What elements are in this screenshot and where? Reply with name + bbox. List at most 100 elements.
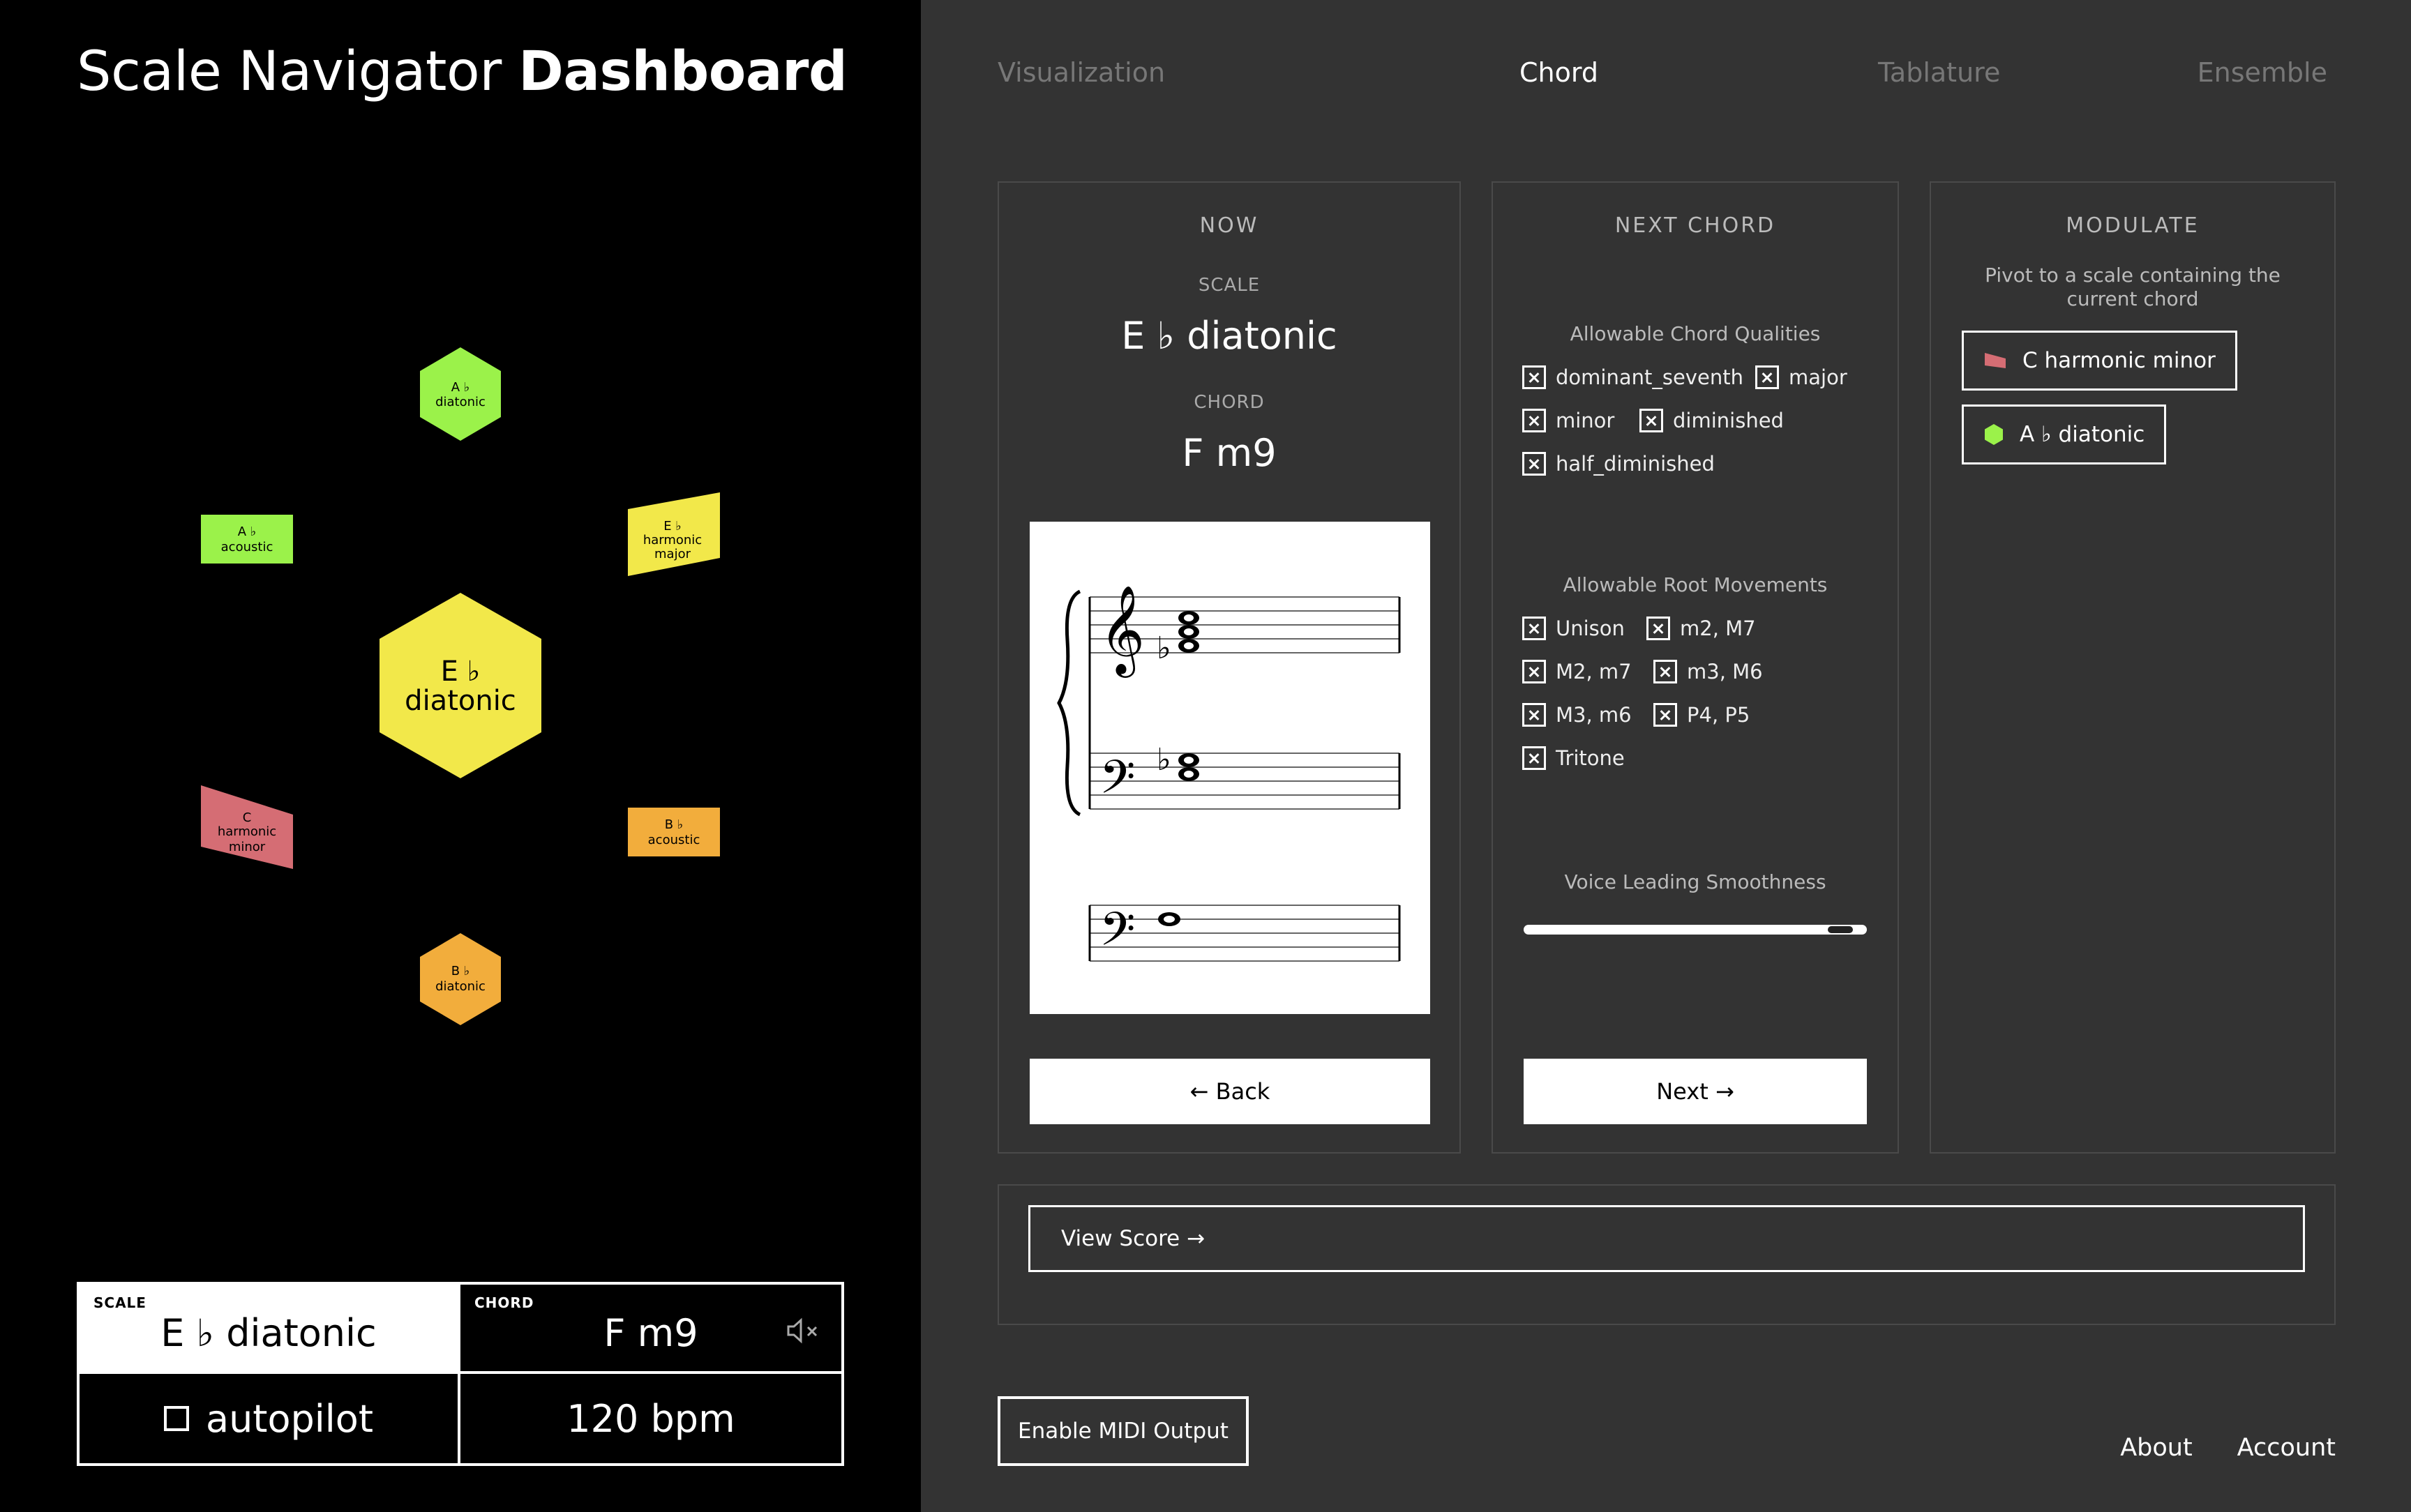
svg-text:♭: ♭ bbox=[1157, 742, 1171, 778]
node-line: harmonic bbox=[218, 824, 276, 839]
node-eb-diatonic[interactable]: E ♭ diatonic bbox=[380, 593, 541, 778]
status-scale-label: SCALE bbox=[93, 1294, 147, 1311]
tab-visualization[interactable]: Visualization bbox=[998, 57, 1165, 88]
movement-tritone-checkbox[interactable]: Tritone bbox=[1522, 746, 1625, 770]
node-line: harmonic bbox=[643, 533, 702, 547]
tab-tablature[interactable]: Tablature bbox=[1878, 57, 2000, 88]
tempo-value: 120 bpm bbox=[566, 1396, 735, 1441]
checkbox-label: m2, M7 bbox=[1680, 617, 1756, 640]
node-line: diatonic bbox=[435, 395, 486, 409]
status-scale-cell: SCALE E ♭ diatonic bbox=[80, 1285, 460, 1374]
autopilot-label: autopilot bbox=[205, 1396, 374, 1441]
checkbox-label: Tritone bbox=[1556, 746, 1625, 770]
checkbox-label: major bbox=[1789, 365, 1847, 389]
quality-diminished-checkbox[interactable]: diminished bbox=[1639, 409, 1784, 432]
view-score-button[interactable]: View Score → bbox=[1028, 1205, 2305, 1272]
modulate-header: MODULATE bbox=[2066, 213, 2200, 238]
checkbox-checked-icon bbox=[1522, 617, 1546, 640]
trapezoid-icon bbox=[1985, 353, 2006, 368]
checkbox-checked-icon bbox=[1639, 409, 1663, 432]
score-preview: 𝄞 𝄢 𝄢 ♭ ♭ bbox=[1030, 522, 1430, 1014]
checkbox-checked-icon bbox=[1646, 617, 1670, 640]
now-scale-label: SCALE bbox=[1198, 275, 1261, 296]
now-header: NOW bbox=[1199, 213, 1259, 238]
svg-text:♭: ♭ bbox=[1157, 630, 1171, 666]
modulate-description: Pivot to a scale containing the current … bbox=[1985, 264, 2281, 310]
movement-M2-m7-checkbox[interactable]: M2, m7 bbox=[1522, 660, 1632, 683]
quality-half-diminished-checkbox[interactable]: half_diminished bbox=[1522, 452, 1715, 476]
node-eb-harmonic-major[interactable]: E ♭ harmonic major bbox=[628, 492, 720, 576]
modulate-option-label: A ♭ diatonic bbox=[2020, 422, 2145, 447]
node-bb-acoustic[interactable]: B ♭ acoustic bbox=[628, 808, 720, 856]
autopilot-checkbox-icon bbox=[163, 1405, 189, 1431]
status-chord-cell: CHORD F m9 bbox=[460, 1285, 841, 1374]
movement-m2-m7-checkbox[interactable]: m2, M7 bbox=[1646, 617, 1756, 640]
node-line: A ♭ bbox=[451, 380, 470, 395]
smoothness-slider[interactable] bbox=[1524, 925, 1867, 935]
node-line: major bbox=[654, 547, 691, 561]
tab-chord[interactable]: Chord bbox=[1519, 57, 1598, 88]
checkbox-checked-icon bbox=[1522, 452, 1546, 476]
chord-qualities-label: Allowable Chord Qualities bbox=[1570, 322, 1821, 345]
tab-bar: Visualization Chord Tablature Ensemble bbox=[998, 57, 2327, 96]
modulate-c-harmonic-minor-button[interactable]: C harmonic minor bbox=[1962, 331, 2237, 391]
checkbox-label: dominant_seventh bbox=[1556, 365, 1743, 389]
next-button[interactable]: Next → bbox=[1524, 1059, 1867, 1124]
footer-links: About Account bbox=[2120, 1434, 2336, 1462]
movement-P4-P5-checkbox[interactable]: P4, P5 bbox=[1653, 703, 1750, 727]
checkbox-label: M2, m7 bbox=[1556, 660, 1632, 683]
view-score-section: View Score → bbox=[998, 1184, 2336, 1325]
back-button[interactable]: ← Back bbox=[1030, 1059, 1430, 1124]
checkbox-checked-icon bbox=[1755, 365, 1779, 389]
checkbox-checked-icon bbox=[1522, 746, 1546, 770]
node-line: B ♭ bbox=[665, 817, 684, 832]
now-card: NOW SCALE E ♭ diatonic CHORD F m9 𝄞 𝄢 𝄢 … bbox=[998, 181, 1461, 1154]
tab-ensemble[interactable]: Ensemble bbox=[2198, 57, 2327, 88]
checkbox-checked-icon bbox=[1653, 703, 1677, 727]
checkbox-label: diminished bbox=[1673, 409, 1784, 432]
now-scale-value: E ♭ diatonic bbox=[1121, 314, 1337, 358]
center-node-line2: diatonic bbox=[405, 685, 516, 717]
movement-M3-m6-checkbox[interactable]: M3, m6 bbox=[1522, 703, 1632, 727]
movement-m3-M6-checkbox[interactable]: m3, M6 bbox=[1653, 660, 1763, 683]
checkbox-label: half_diminished bbox=[1556, 452, 1715, 476]
status-chord-label: CHORD bbox=[474, 1294, 534, 1311]
node-ab-diatonic[interactable]: A ♭ diatonic bbox=[420, 347, 501, 441]
checkbox-checked-icon bbox=[1522, 365, 1546, 389]
node-line: B ♭ bbox=[451, 964, 470, 978]
svg-text:𝄢: 𝄢 bbox=[1099, 902, 1135, 967]
mute-icon[interactable] bbox=[786, 1317, 822, 1345]
node-line: acoustic bbox=[648, 833, 700, 847]
about-link[interactable]: About bbox=[2120, 1434, 2192, 1462]
node-line: diatonic bbox=[435, 979, 486, 994]
movement-unison-checkbox[interactable]: Unison bbox=[1522, 617, 1625, 640]
control-panel: Visualization Chord Tablature Ensemble N… bbox=[921, 0, 2411, 1512]
checkbox-label: Unison bbox=[1556, 617, 1625, 640]
node-ab-acoustic[interactable]: A ♭ acoustic bbox=[201, 515, 293, 564]
modulate-ab-diatonic-button[interactable]: A ♭ diatonic bbox=[1962, 405, 2167, 464]
quality-minor-checkbox[interactable]: minor bbox=[1522, 409, 1614, 432]
status-grid: SCALE E ♭ diatonic CHORD F m9 autopilot … bbox=[77, 1282, 844, 1466]
now-chord-label: CHORD bbox=[1194, 392, 1265, 413]
node-line: acoustic bbox=[221, 540, 273, 554]
modulate-card: MODULATE Pivot to a scale containing the… bbox=[1930, 181, 2336, 1154]
slider-handle[interactable] bbox=[1827, 926, 1853, 933]
modulate-option-label: C harmonic minor bbox=[2022, 348, 2216, 373]
hexagon-icon bbox=[1985, 424, 2003, 445]
now-chord-value: F m9 bbox=[1182, 431, 1277, 475]
quality-dominant-seventh-checkbox[interactable]: dominant_seventh bbox=[1522, 365, 1743, 389]
checkbox-label: M3, m6 bbox=[1556, 703, 1632, 727]
quality-major-checkbox[interactable]: major bbox=[1755, 365, 1847, 389]
scale-network-panel: Scale Navigator Dashboard E ♭ diatonic A… bbox=[0, 0, 921, 1512]
tempo-control[interactable]: 120 bpm bbox=[460, 1374, 841, 1463]
checkbox-label: m3, M6 bbox=[1687, 660, 1763, 683]
enable-midi-button[interactable]: Enable MIDI Output bbox=[998, 1396, 1249, 1466]
node-bb-diatonic[interactable]: B ♭ diatonic bbox=[420, 933, 501, 1025]
autopilot-toggle[interactable]: autopilot bbox=[80, 1374, 460, 1463]
checkbox-checked-icon bbox=[1522, 409, 1546, 432]
node-c-harmonic-minor[interactable]: C harmonic minor bbox=[201, 785, 293, 869]
node-line: E ♭ bbox=[663, 519, 682, 534]
next-chord-card: NEXT CHORD Allowable Chord Qualities dom… bbox=[1492, 181, 1899, 1154]
account-link[interactable]: Account bbox=[2237, 1434, 2336, 1462]
checkbox-label: P4, P5 bbox=[1687, 703, 1750, 727]
